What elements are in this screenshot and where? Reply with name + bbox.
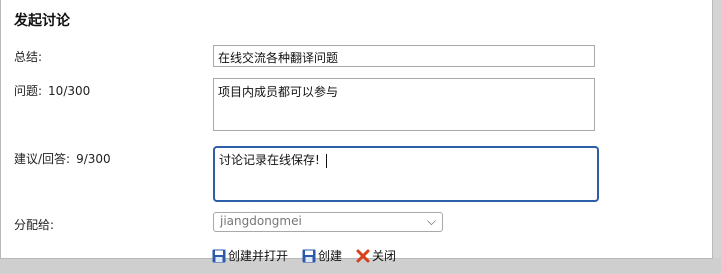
question-label: 问题: — [14, 84, 43, 98]
question-char-count: 10/300 — [48, 84, 91, 98]
assign-label: 分配给: — [14, 218, 55, 232]
create-and-open-button[interactable]: 创建并打开 — [212, 247, 288, 264]
suggestion-label: 建议/回答: — [14, 152, 71, 166]
suggestion-label-row: 建议/回答: 9/300 — [14, 150, 111, 167]
assignee-selected-value: jiangdongmei — [220, 214, 302, 228]
create-label: 创建 — [318, 249, 343, 263]
question-textarea[interactable]: 项目内成员都可以参与 — [213, 78, 595, 131]
new-discussion-dialog: 发起讨论 总结: 在线交流各种翻译问题 问题: 10/300 项目内成员都可以参与… — [0, 0, 713, 259]
suggestion-textarea[interactable]: 讨论记录在线保存! — [213, 146, 599, 202]
summary-input[interactable]: 在线交流各种翻译问题 — [213, 45, 595, 67]
chevron-down-icon: ⌵ — [426, 214, 436, 228]
dialog-button-bar: 创建并打开 创建 关闭 — [212, 247, 396, 264]
close-x-icon — [356, 249, 370, 262]
save-icon — [302, 249, 316, 262]
text-caret — [325, 153, 327, 168]
question-label-row: 问题: 10/300 — [14, 82, 90, 99]
suggestion-char-count: 9/300 — [76, 152, 111, 166]
close-label: 关闭 — [372, 249, 397, 263]
assignee-select[interactable]: jiangdongmei ⌵ — [213, 212, 443, 232]
summary-label: 总结: — [14, 50, 43, 64]
dialog-title: 发起讨论 — [14, 13, 70, 29]
create-button[interactable]: 创建 — [302, 247, 342, 264]
save-icon — [212, 249, 226, 262]
create-and-open-label: 创建并打开 — [228, 249, 289, 263]
suggestion-text: 讨论记录在线保存! — [219, 153, 320, 167]
close-button[interactable]: 关闭 — [356, 247, 396, 264]
